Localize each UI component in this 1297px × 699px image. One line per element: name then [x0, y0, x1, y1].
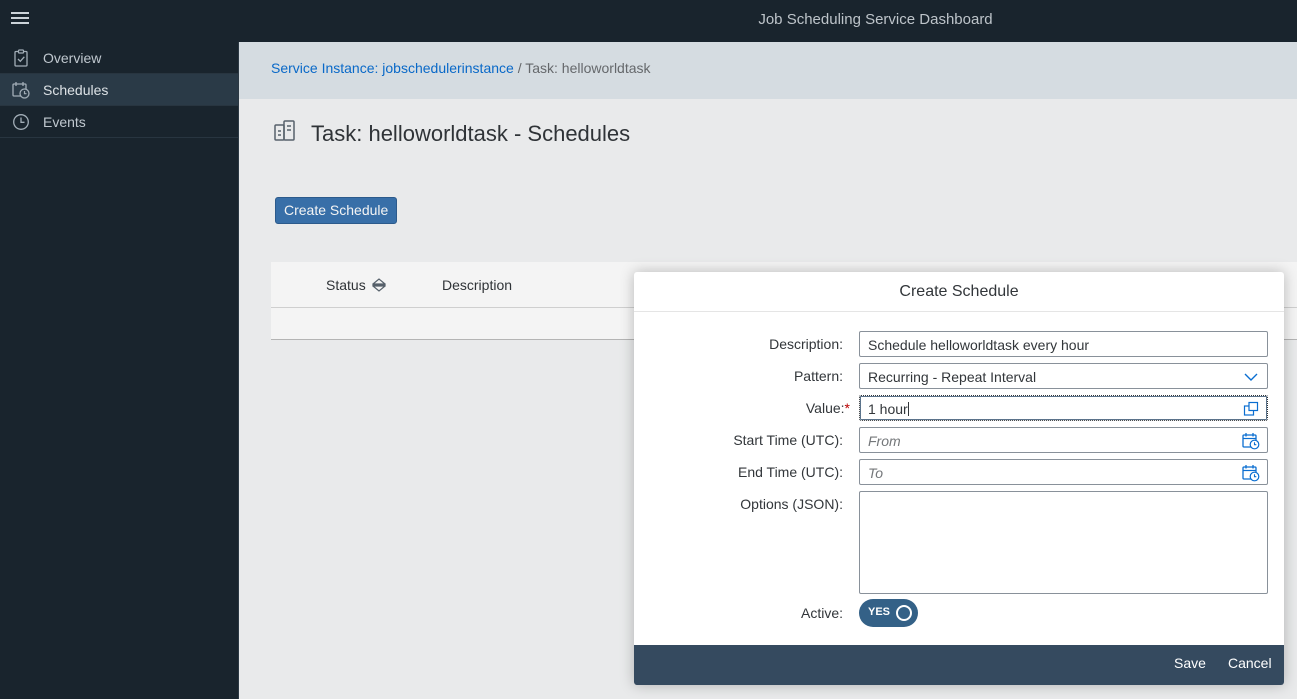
end-time-label: End Time (UTC): [737, 464, 843, 480]
dialog-footer: Save Cancel [634, 645, 1284, 685]
value-label: Value:* [805, 400, 850, 416]
dialog-title: Create Schedule [634, 272, 1284, 312]
pattern-row: Pattern: Recurring - Repeat Interval [634, 363, 1284, 389]
end-time-input[interactable]: To [859, 459, 1268, 485]
datetime-picker-icon[interactable] [1242, 464, 1260, 482]
datetime-picker-icon[interactable] [1242, 432, 1260, 450]
end-time-placeholder: To [868, 465, 884, 481]
save-button[interactable]: Save [1174, 655, 1206, 671]
value-help-icon[interactable] [1242, 400, 1260, 418]
start-time-input[interactable]: From [859, 427, 1268, 453]
active-switch[interactable]: YES [859, 599, 918, 627]
required-marker: * [844, 400, 850, 416]
options-textarea[interactable] [859, 491, 1268, 594]
active-label: Active: [800, 605, 843, 621]
switch-state-text: YES [868, 606, 891, 618]
description-value: Schedule helloworldtask every hour [868, 337, 1090, 353]
description-row: Description: Schedule helloworldtask eve… [634, 331, 1284, 357]
description-label: Description: [769, 336, 843, 352]
active-row: Active: [634, 600, 1284, 626]
end-time-row: End Time (UTC): To [634, 459, 1284, 485]
value-input[interactable]: 1 hour [859, 395, 1268, 421]
switch-knob [896, 605, 912, 621]
start-time-label: Start Time (UTC): [733, 432, 843, 448]
description-input[interactable]: Schedule helloworldtask every hour [859, 331, 1268, 357]
start-time-row: Start Time (UTC): From [634, 427, 1284, 453]
create-schedule-dialog: Create Schedule Description: Schedule he… [634, 272, 1284, 685]
value-row: Value:* 1 hour [634, 395, 1284, 421]
pattern-select[interactable]: Recurring - Repeat Interval [859, 363, 1268, 389]
options-label: Options (JSON): [740, 496, 843, 512]
start-time-placeholder: From [868, 433, 901, 449]
value-text: 1 hour [868, 401, 908, 417]
cancel-button[interactable]: Cancel [1228, 655, 1272, 671]
text-cursor [907, 402, 909, 416]
chevron-down-icon[interactable] [1242, 368, 1260, 386]
pattern-label: Pattern: [793, 368, 843, 384]
pattern-value: Recurring - Repeat Interval [868, 369, 1037, 385]
